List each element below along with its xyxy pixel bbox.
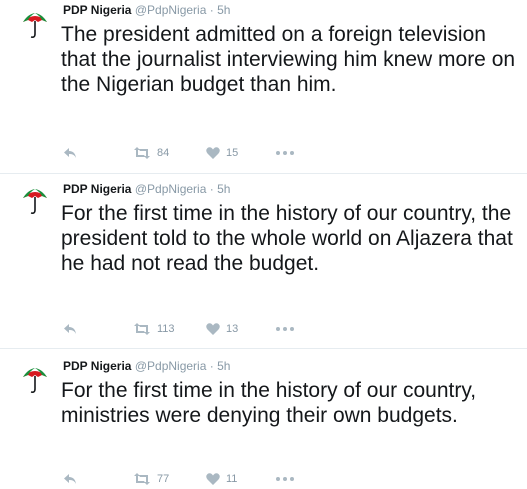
tweet-actions: 84 15 [63,145,463,161]
reply-button[interactable] [63,321,77,337]
like-button[interactable]: 11 [206,471,237,487]
like-button[interactable]: 15 [206,145,238,161]
tweet-text: For the first time in the history of our… [61,202,513,275]
author-name[interactable]: PDP Nigeria [63,3,131,17]
tweet-timestamp[interactable]: 5h [217,359,230,373]
pdp-umbrella-logo-icon[interactable] [20,186,50,216]
retweet-count: 84 [157,147,170,159]
retweet-icon [133,323,151,335]
tweet[interactable]: PDP Nigeria @PdpNigeria · 5h For the fir… [0,349,527,489]
retweet-button[interactable]: 113 [133,321,175,337]
tweet-timestamp[interactable]: 5h [217,182,230,196]
reply-icon [63,147,77,159]
like-count: 11 [226,473,238,485]
tweet-actions: 77 11 [63,471,463,487]
heart-icon [206,473,220,485]
author-name[interactable]: PDP Nigeria [63,359,131,373]
like-count: 15 [226,147,239,159]
more-dots-icon [276,151,294,155]
tweet-header: PDP Nigeria @PdpNigeria · 5h [63,359,230,373]
retweet-icon [133,147,151,159]
tweet[interactable]: PDP Nigeria @PdpNigeria · 5h For the fir… [0,174,527,349]
author-username[interactable]: @PdpNigeria [135,359,207,373]
more-dots-icon [276,477,294,481]
heart-icon [206,323,220,335]
pdp-umbrella-logo-icon[interactable] [20,10,50,40]
heart-icon [206,147,220,159]
like-count: 13 [226,323,239,335]
author-username[interactable]: @PdpNigeria [135,182,207,196]
more-dots-icon [276,327,294,331]
reply-button[interactable] [63,471,77,487]
retweet-icon [133,473,151,485]
retweet-count: 113 [157,323,175,335]
retweet-count: 77 [157,473,170,485]
header-separator: · [209,359,214,373]
tweet-timeline: PDP Nigeria @PdpNigeria · 5h The preside… [0,0,527,489]
tweet-text: The president admitted on a foreign tele… [61,23,516,96]
reply-icon [63,323,77,335]
reply-button[interactable] [63,145,77,161]
tweet-timestamp[interactable]: 5h [217,3,230,17]
like-button[interactable]: 13 [206,321,238,337]
header-separator: · [209,182,214,196]
retweet-button[interactable]: 84 [133,145,169,161]
pdp-umbrella-logo-icon[interactable] [20,365,50,395]
author-username[interactable]: @PdpNigeria [135,3,207,17]
tweet-header: PDP Nigeria @PdpNigeria · 5h [63,3,230,17]
more-button[interactable] [276,471,294,487]
retweet-button[interactable]: 77 [133,471,169,487]
tweet[interactable]: PDP Nigeria @PdpNigeria · 5h The preside… [0,0,527,174]
more-button[interactable] [276,145,294,161]
reply-icon [63,473,77,485]
tweet-actions: 113 13 [63,321,463,337]
author-name[interactable]: PDP Nigeria [63,182,131,196]
more-button[interactable] [276,321,294,337]
tweet-text: For the first time in the history of our… [61,379,477,427]
header-separator: · [209,3,214,17]
tweet-header: PDP Nigeria @PdpNigeria · 5h [63,182,230,196]
